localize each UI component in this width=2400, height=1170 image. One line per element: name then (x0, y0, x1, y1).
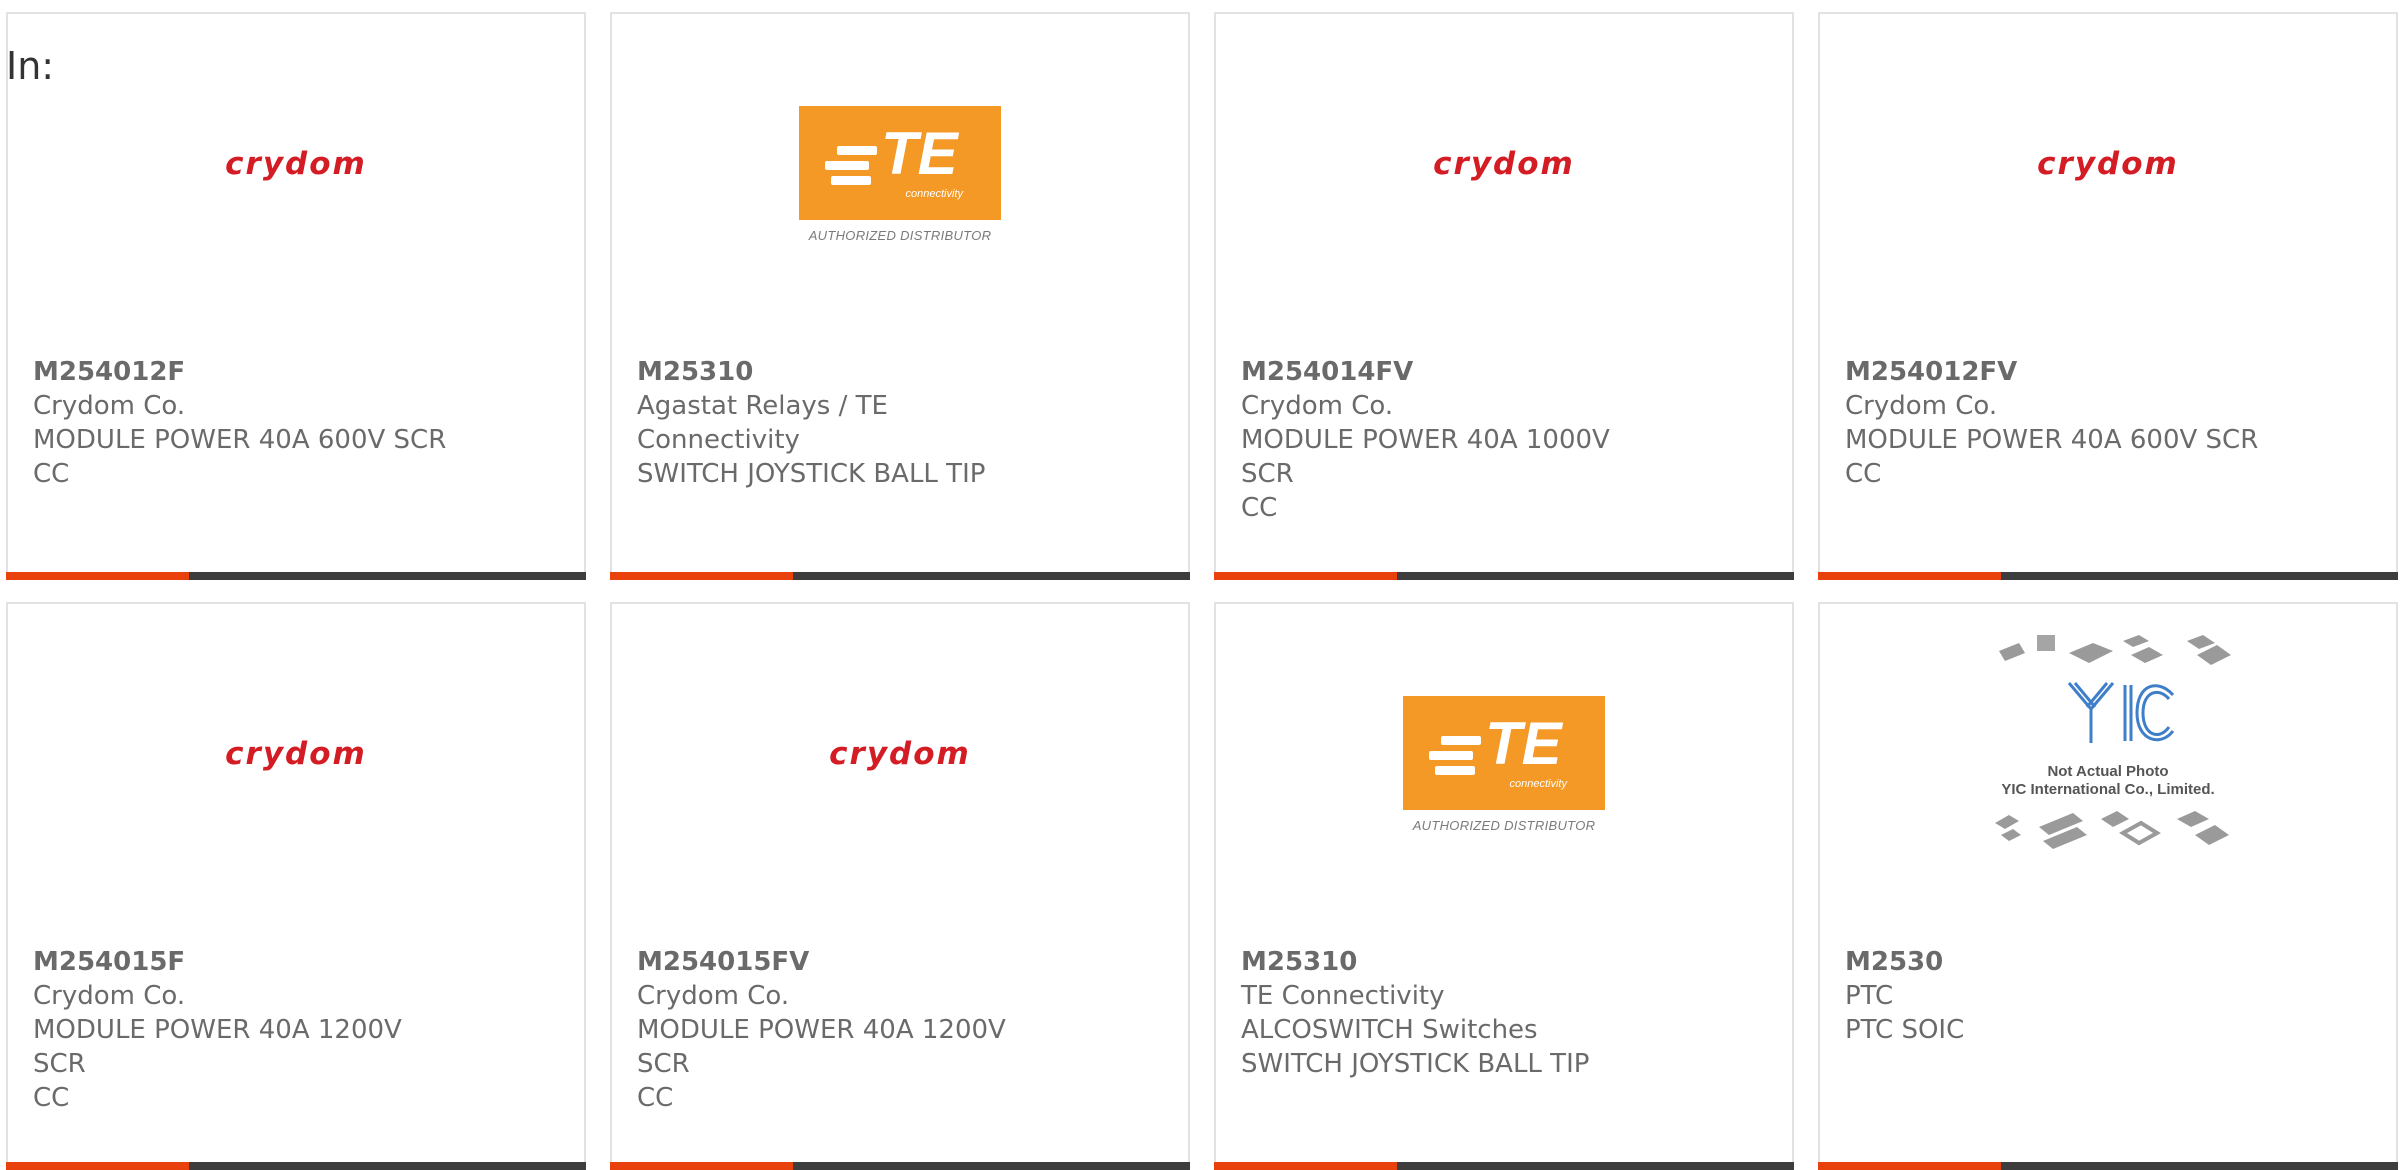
card-bottom-bar (1818, 572, 2398, 580)
manufacturer: TE Connectivity ALCOSWITCH Switches (1241, 981, 1538, 1045)
description: SWITCH JOYSTICK BALL TIP (1241, 1049, 1590, 1079)
authorized-distributor-caption: AUTHORIZED DISTRIBUTOR (808, 227, 992, 243)
yic-company-caption: YIC International Co., Limited. (2001, 781, 2215, 798)
product-card[interactable]: crydom M254014FV Crydom Co. MODULE POWER… (1214, 12, 1794, 580)
part-number-link[interactable]: M254015FV (637, 945, 1057, 979)
product-image[interactable]: Not Actual Photo YIC International Co., … (1820, 635, 2396, 872)
part-number-link[interactable]: M254014FV (1241, 355, 1661, 389)
card-bottom-bar (6, 572, 586, 580)
extra-info: CC (33, 1083, 70, 1113)
authorized-distributor-caption: AUTHORIZED DISTRIBUTOR (1412, 817, 1596, 833)
te-logo-text: TE (881, 119, 958, 187)
product-image[interactable]: crydom (8, 692, 584, 872)
card-bottom-bar (1818, 1162, 2398, 1170)
te-stripes-icon (1429, 735, 1481, 781)
te-logo-box: TE connectivity (799, 105, 1001, 220)
crydom-logo: crydom (2037, 146, 2179, 182)
product-image[interactable]: crydom (1216, 102, 1792, 282)
product-image[interactable]: TE connectivity AUTHORIZED DISTRIBUTOR (612, 102, 1188, 282)
te-logo-sub: connectivity (1509, 777, 1567, 790)
manufacturer: Agastat Relays / TE Connectivity (637, 391, 888, 455)
card-accent (610, 572, 793, 580)
te-stripes-icon (825, 145, 877, 191)
chip-collage-icon (1995, 635, 2231, 849)
product-image[interactable]: crydom (8, 102, 584, 282)
product-info: M25310 TE Connectivity ALCOSWITCH Switch… (1241, 945, 1661, 1081)
extra-info: CC (1241, 493, 1278, 523)
te-logo-sub: connectivity (905, 187, 963, 200)
product-card[interactable]: crydom M254015F Crydom Co. MODULE POWER … (6, 602, 586, 1170)
card-accent (1818, 1162, 2001, 1170)
manufacturer: Crydom Co. (33, 981, 186, 1011)
description: MODULE POWER 40A 600V SCR (1845, 425, 2259, 455)
product-info: M254012FV Crydom Co. MODULE POWER 40A 60… (1845, 355, 2265, 491)
part-number-link[interactable]: M25310 (637, 355, 1057, 389)
extra-info: CC (33, 459, 70, 489)
product-card[interactable]: TE connectivity AUTHORIZED DISTRIBUTOR M… (1214, 602, 1794, 1170)
manufacturer: Crydom Co. (1845, 391, 1998, 421)
card-bottom-bar (1214, 572, 1794, 580)
manufacturer: Crydom Co. (33, 391, 186, 421)
product-info: M2530 PTC PTC SOIC (1845, 945, 2265, 1047)
product-image[interactable]: crydom (612, 692, 1188, 872)
extra-info: CC (637, 1083, 674, 1113)
product-image[interactable]: TE connectivity AUTHORIZED DISTRIBUTOR (1216, 692, 1792, 872)
part-number-link[interactable]: M254015F (33, 945, 453, 979)
product-card[interactable]: TE connectivity AUTHORIZED DISTRIBUTOR M… (610, 12, 1190, 580)
card-accent (1214, 1162, 1397, 1170)
part-number-link[interactable]: M254012FV (1845, 355, 2265, 389)
te-logo-box: TE connectivity (1403, 695, 1605, 810)
product-info: M254015F Crydom Co. MODULE POWER 40A 120… (33, 945, 453, 1115)
card-bottom-bar (610, 572, 1190, 580)
description: MODULE POWER 40A 1200V SCR (33, 1015, 402, 1079)
description: PTC SOIC (1845, 1015, 1965, 1045)
part-number-link[interactable]: M254012F (33, 355, 453, 389)
product-card[interactable]: Not Actual Photo YIC International Co., … (1818, 602, 2398, 1170)
card-accent (6, 1162, 189, 1170)
filter-label: In: (6, 44, 55, 88)
crydom-logo: crydom (829, 736, 971, 772)
card-bottom-bar (1214, 1162, 1794, 1170)
product-card[interactable]: crydom M254012F Crydom Co. MODULE POWER … (6, 12, 586, 580)
yic-placeholder-image: Not Actual Photo YIC International Co., … (1973, 623, 2243, 873)
product-grid: crydom M254012F Crydom Co. MODULE POWER … (6, 12, 2400, 1170)
crydom-logo: crydom (225, 146, 367, 182)
te-connectivity-logo: TE connectivity AUTHORIZED DISTRIBUTOR (1403, 695, 1605, 833)
product-card[interactable]: crydom M254015FV Crydom Co. MODULE POWER… (610, 602, 1190, 1170)
description: MODULE POWER 40A 1200V SCR (637, 1015, 1006, 1079)
product-info: M254014FV Crydom Co. MODULE POWER 40A 10… (1241, 355, 1661, 525)
card-accent (1818, 572, 2001, 580)
description: MODULE POWER 40A 1000V SCR (1241, 425, 1610, 489)
extra-info: CC (1845, 459, 1882, 489)
not-actual-photo-caption: Not Actual Photo (2047, 763, 2169, 780)
card-accent (6, 572, 189, 580)
product-info: M254015FV Crydom Co. MODULE POWER 40A 12… (637, 945, 1057, 1115)
te-connectivity-logo: TE connectivity AUTHORIZED DISTRIBUTOR (799, 105, 1001, 243)
crydom-logo: crydom (225, 736, 367, 772)
product-info: M25310 Agastat Relays / TE Connectivity … (637, 355, 1057, 491)
description: SWITCH JOYSTICK BALL TIP (637, 459, 986, 489)
manufacturer: PTC (1845, 981, 1894, 1011)
card-accent (610, 1162, 793, 1170)
te-logo-text: TE (1485, 709, 1562, 777)
manufacturer: Crydom Co. (637, 981, 790, 1011)
part-number-link[interactable]: M2530 (1845, 945, 2265, 979)
manufacturer: Crydom Co. (1241, 391, 1394, 421)
part-number-link[interactable]: M25310 (1241, 945, 1661, 979)
product-card[interactable]: crydom M254012FV Crydom Co. MODULE POWER… (1818, 12, 2398, 580)
product-info: M254012F Crydom Co. MODULE POWER 40A 600… (33, 355, 453, 491)
card-bottom-bar (610, 1162, 1190, 1170)
crydom-logo: crydom (1433, 146, 1575, 182)
product-image[interactable]: crydom (1820, 102, 2396, 282)
description: MODULE POWER 40A 600V SCR (33, 425, 447, 455)
card-bottom-bar (6, 1162, 586, 1170)
card-accent (1214, 572, 1397, 580)
